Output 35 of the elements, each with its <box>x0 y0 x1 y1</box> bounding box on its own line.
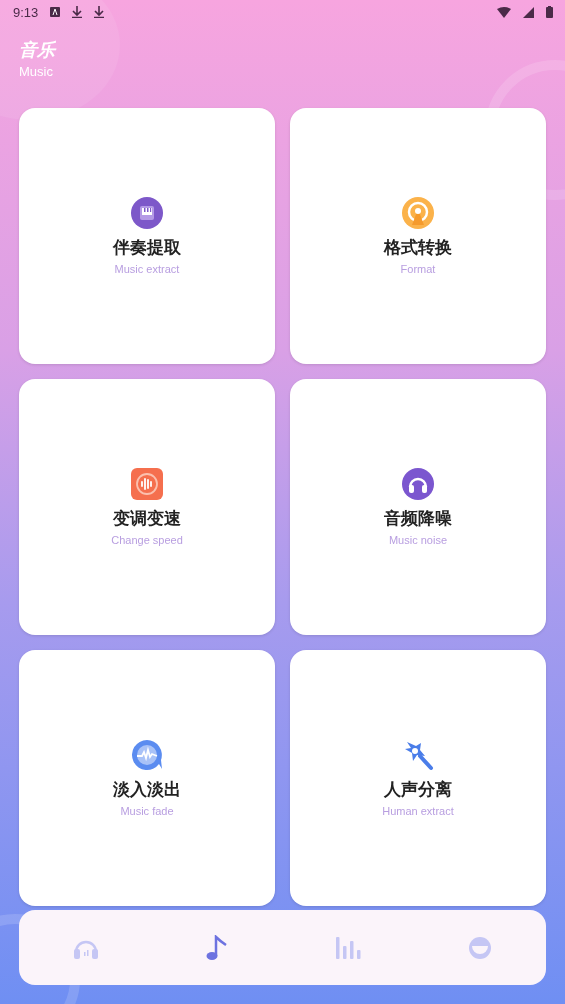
tool-card[interactable]: 变调变速 Change speed <box>19 379 275 635</box>
notification-icon <box>50 7 61 17</box>
tool-subtitle: Human extract <box>382 805 454 817</box>
battery-icon <box>546 6 553 18</box>
page-title: 音乐 <box>19 38 58 62</box>
tool-card[interactable]: 伴奏提取 Music extract <box>19 108 275 364</box>
headphones-icon <box>402 468 434 500</box>
tool-card[interactable]: 音频降噪 Music noise <box>290 379 546 635</box>
wifi-icon <box>497 6 511 18</box>
tool-title: 淡入淡出 <box>113 778 181 801</box>
smile-icon <box>468 935 493 960</box>
tool-title: 伴奏提取 <box>113 236 181 259</box>
broadcast-icon <box>402 197 434 229</box>
download-icon <box>94 6 105 18</box>
tool-title: 人声分离 <box>384 778 452 801</box>
tool-title: 音频降噪 <box>384 507 452 530</box>
music-note-icon <box>205 934 228 961</box>
tool-title: 变调变速 <box>113 507 181 530</box>
chat-wave-icon <box>131 739 163 771</box>
download-icon <box>72 6 83 18</box>
tool-card[interactable]: 淡入淡出 Music fade <box>19 650 275 906</box>
tool-subtitle: Change speed <box>111 534 183 546</box>
tool-card[interactable]: 人声分离 Human extract <box>290 650 546 906</box>
bar-chart-icon <box>335 935 362 960</box>
tool-subtitle: Format <box>400 263 436 275</box>
tool-subtitle: Music noise <box>388 534 448 546</box>
soundwave-icon <box>131 468 163 500</box>
tool-title: 格式转换 <box>384 236 452 259</box>
tool-subtitle: Music extract <box>114 263 180 275</box>
piano-icon <box>131 197 163 229</box>
signal-icon <box>523 6 534 18</box>
tool-card[interactable]: 格式转换 Format <box>290 108 546 364</box>
page-subtitle: Music <box>19 63 54 81</box>
status-time: 9:13 <box>13 4 39 20</box>
tool-subtitle: Music fade <box>120 805 174 817</box>
